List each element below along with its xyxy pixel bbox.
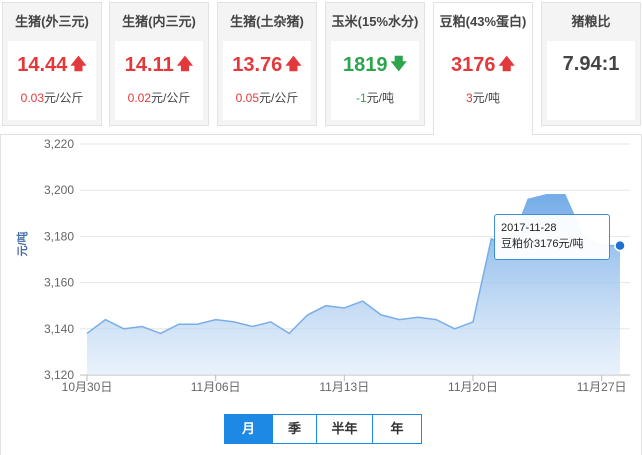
card-title: 生猪(内三元) xyxy=(122,14,196,29)
card-change: -1元/吨 xyxy=(355,91,394,105)
period-halfyear-button[interactable]: 半年 xyxy=(317,415,373,443)
price-card-corn[interactable]: 玉米(15%水分) 1819 🡇 -1元/吨 xyxy=(325,2,425,126)
x-tick-label: 11月20日 xyxy=(448,380,498,394)
price-card-pig-grain-ratio[interactable]: 猪粮比 7.94:1 xyxy=(541,2,641,126)
card-change: 0.02元/公斤 xyxy=(127,91,191,105)
y-tick-label: 3,140 xyxy=(44,322,74,336)
y-tick-label: 3,180 xyxy=(44,229,74,243)
card-change: 0.03元/公斤 xyxy=(20,91,84,105)
card-price: 1819 🡇 xyxy=(343,54,407,76)
tooltip-value: 豆粕价3176元/吨 xyxy=(501,238,584,250)
card-title: 生猪(外三元) xyxy=(15,14,89,29)
x-tick-label: 11月27日 xyxy=(577,380,627,394)
card-body: 14.44 🡅 0.03元/公斤 xyxy=(8,41,96,120)
price-card-pig-local[interactable]: 生猪(土杂猪) 13.76 🡅 0.05元/公斤 xyxy=(217,2,317,126)
card-price: 3176 🡅 xyxy=(451,54,515,76)
arrow-up-icon: 🡅 xyxy=(498,56,515,73)
highlight-point[interactable] xyxy=(614,239,626,252)
arrow-down-icon: 🡇 xyxy=(390,56,407,73)
price-chart[interactable]: 3,1203,1403,1603,1803,2003,22010月30日 11月0… xyxy=(0,134,642,414)
price-card-soymeal[interactable]: 豆粕(43%蛋白) 3176 🡅 3元/吨 xyxy=(433,2,533,135)
card-price: 14.11 🡅 xyxy=(124,54,194,76)
arrow-up-icon: 🡅 xyxy=(285,56,302,73)
card-price: 7.94:1 xyxy=(562,53,620,75)
card-body: 7.94:1 xyxy=(547,41,635,120)
card-body: 13.76 🡅 0.05元/公斤 xyxy=(223,41,311,120)
period-year-button[interactable]: 年 xyxy=(373,415,421,443)
y-axis-label: 元/吨 xyxy=(15,231,29,256)
period-selector: 月 季 半年 年 xyxy=(224,414,422,444)
y-tick-label: 3,200 xyxy=(44,183,74,197)
card-price: 14.44 🡅 xyxy=(17,54,87,76)
card-change: 0.05元/公斤 xyxy=(235,91,299,105)
card-price: 13.76 🡅 xyxy=(232,54,302,76)
x-tick-label: 10月30日 xyxy=(62,380,113,394)
y-tick-label: 3,220 xyxy=(44,137,74,151)
card-title: 玉米(15%水分) xyxy=(331,14,419,29)
y-tick-label: 3,160 xyxy=(44,276,74,290)
period-quarter-button[interactable]: 季 xyxy=(273,415,317,443)
price-card-pig-foreign[interactable]: 生猪(外三元) 14.44 🡅 0.03元/公斤 xyxy=(2,2,102,126)
card-body: 14.11 🡅 0.02元/公斤 xyxy=(115,41,203,120)
x-tick-label: 11月06日 xyxy=(191,380,241,394)
arrow-up-icon: 🡅 xyxy=(176,56,194,73)
period-month-button[interactable]: 月 xyxy=(225,415,273,443)
card-body: 3176 🡅 3元/吨 xyxy=(439,41,527,121)
card-title: 生猪(土杂猪) xyxy=(230,14,304,29)
x-tick-label: 11月13日 xyxy=(319,380,369,394)
card-change: 3元/吨 xyxy=(465,91,501,105)
arrow-up-icon: 🡅 xyxy=(70,56,87,73)
tooltip-date: 2017-11-28 xyxy=(501,222,557,234)
card-body: 1819 🡇 -1元/吨 xyxy=(331,41,419,120)
chart-tooltip: 2017-11-28 豆粕价3176元/吨 xyxy=(494,214,610,260)
card-title: 猪粮比 xyxy=(571,14,611,29)
price-card-pig-domestic[interactable]: 生猪(内三元) 14.11 🡅 0.02元/公斤 xyxy=(109,2,209,126)
card-title: 豆粕(43%蛋白) xyxy=(439,14,527,29)
